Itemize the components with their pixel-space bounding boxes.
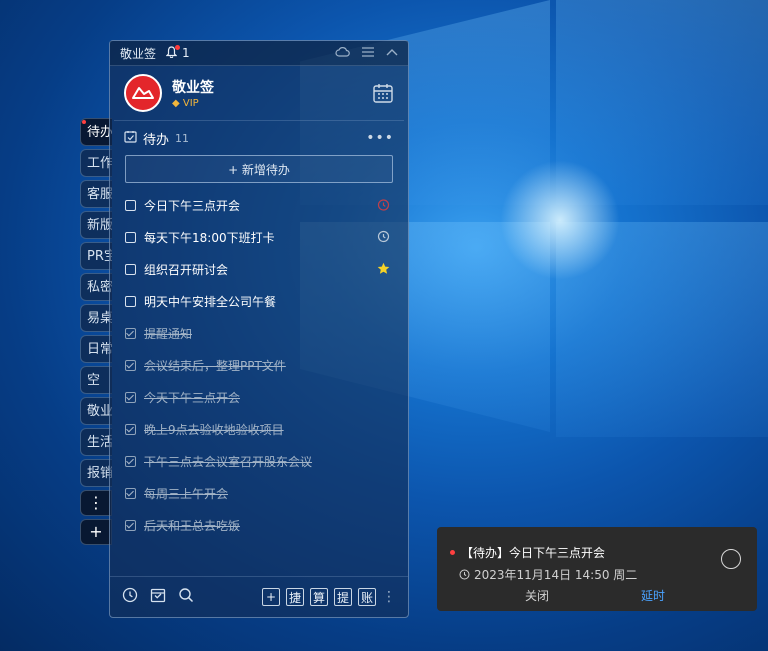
complete-circle-button[interactable] — [721, 549, 741, 569]
close-button[interactable]: 关闭 — [525, 587, 549, 604]
new-note-button[interactable]: + — [262, 588, 280, 606]
todo-item[interactable]: 今日下午三点开会 — [110, 189, 408, 221]
collapse-icon[interactable] — [386, 46, 398, 60]
todo-text: 下午三点去会议室召开股东会议 — [144, 454, 313, 469]
todo-text: 今日下午三点开会 — [144, 198, 241, 213]
clock-icon — [459, 569, 470, 580]
todo-checkbox[interactable] — [125, 359, 136, 371]
todo-list-icon — [124, 130, 137, 147]
logo-icon — [132, 87, 154, 99]
add-category-button[interactable]: + — [80, 519, 112, 545]
ledger-button[interactable]: 账 — [358, 588, 376, 606]
vip-icon: ◆ — [172, 98, 180, 109]
cloud-sync-icon[interactable] — [335, 46, 350, 60]
notification-title: 【待办】今日下午三点开会 — [461, 546, 606, 560]
category-tab[interactable]: 空 — [80, 366, 112, 394]
more-categories-button[interactable]: ⋮ — [80, 490, 112, 516]
todo-list: 今日下午三点开会 每天下午18:00下班打卡 组织召开研讨会 明天中午安排全公司… — [110, 189, 408, 541]
todo-text: 会议结束后，整理PPT文件 — [144, 358, 286, 373]
todo-checkbox[interactable] — [125, 391, 136, 403]
category-tab[interactable]: 易桌 — [80, 304, 112, 332]
todo-item[interactable]: 今天下午三点开会 — [110, 381, 408, 413]
title-bar[interactable]: 敬业签 1 — [110, 41, 408, 66]
list-title: 待办 — [143, 132, 170, 148]
unread-dot — [175, 44, 181, 50]
todo-item[interactable]: 组织召开研讨会 — [110, 253, 408, 285]
todo-item[interactable]: 下午三点去会议室召开股东会议 — [110, 445, 408, 477]
list-count: 11 — [175, 131, 190, 145]
category-tab[interactable]: 工作 — [80, 149, 112, 177]
todo-item[interactable]: 会议结束后，整理PPT文件 — [110, 349, 408, 381]
category-tab[interactable]: 新版 — [80, 211, 112, 239]
snooze-button[interactable]: 延时 — [641, 587, 665, 604]
todo-checkbox[interactable] — [125, 231, 136, 243]
notification-time-row: 2023年11月14日 14:50 周二 — [459, 566, 637, 583]
todo-checkbox[interactable] — [125, 519, 136, 531]
todo-checkbox[interactable] — [125, 263, 136, 275]
clock-icon — [377, 230, 390, 246]
more-options-button[interactable]: ••• — [366, 130, 394, 146]
todo-text: 今天下午三点开会 — [144, 390, 241, 405]
todo-checkbox[interactable] — [125, 295, 136, 307]
history-icon[interactable] — [122, 587, 138, 607]
more-menu-icon[interactable]: ⋮ — [382, 589, 396, 605]
profile-name: 敬业签 — [172, 80, 214, 96]
category-tab[interactable]: 待办 — [80, 118, 112, 146]
menu-icon[interactable] — [362, 46, 374, 60]
star-icon[interactable] — [377, 262, 390, 278]
todo-item[interactable]: 晚上9点去验收地验收项目 — [110, 413, 408, 445]
vip-badge: ◆ VIP — [172, 98, 214, 109]
todo-text: 每周三上午开会 — [144, 486, 229, 501]
alarm-icon — [377, 198, 390, 214]
search-icon[interactable] — [178, 587, 194, 607]
category-tab[interactable]: 生活 — [80, 428, 112, 456]
profile-header: 敬业签 ◆ VIP — [110, 66, 408, 120]
app-title: 敬业签 — [120, 46, 157, 61]
category-tab-label: 空 — [87, 373, 101, 388]
todo-checkbox[interactable] — [125, 423, 136, 435]
category-tab[interactable]: PR宝 — [80, 242, 112, 270]
notification-dot — [450, 550, 455, 555]
footer-toolbar: + 捷 算 提 账 ⋮ — [110, 576, 408, 617]
sticky-notes-panel: 敬业签 1 敬业签 ◆ VIP 待办 11 ••• + 新增待办 今日下午三点开… — [109, 40, 409, 618]
todo-checkbox[interactable] — [125, 327, 136, 339]
todo-text: 每天下午18:00下班打卡 — [144, 230, 275, 245]
category-tab[interactable]: 报销 — [80, 459, 112, 487]
reminder-button[interactable]: 提 — [334, 588, 352, 606]
todo-text: 组织召开研讨会 — [144, 262, 229, 277]
notification-count: 1 — [182, 46, 190, 60]
todo-item[interactable]: 后天和王总去吃饭 — [110, 509, 408, 541]
todo-checkbox[interactable] — [125, 455, 136, 467]
notification-time: 2023年11月14日 14:50 周二 — [474, 568, 638, 582]
todo-text: 明天中午安排全公司午餐 — [144, 294, 277, 309]
vip-label: VIP — [182, 98, 199, 109]
category-tabs: 待办 工作 客服 新版 PR宝 私密 易桌 日常 空 敬业 生活 报销 ⋮ + — [80, 118, 112, 548]
todo-item[interactable]: 每周三上午开会 — [110, 477, 408, 509]
unread-dot — [82, 120, 86, 124]
calendar-icon[interactable] — [372, 82, 394, 108]
category-tab[interactable]: 私密 — [80, 273, 112, 301]
calculator-button[interactable]: 算 — [310, 588, 328, 606]
todo-text: 后天和王总去吃饭 — [144, 518, 241, 533]
reminder-notification: 【待办】今日下午三点开会 2023年11月14日 14:50 周二 关闭 延时 — [437, 527, 757, 611]
todo-item[interactable]: 明天中午安排全公司午餐 — [110, 285, 408, 317]
avatar[interactable] — [124, 74, 162, 112]
todo-text: 提醒通知 — [144, 326, 193, 341]
list-header: 待办 11 ••• — [110, 121, 408, 155]
bell-icon[interactable] — [165, 44, 181, 61]
todo-item[interactable]: 提醒通知 — [110, 317, 408, 349]
todo-text: 晚上9点去验收地验收项目 — [144, 422, 284, 437]
category-tab[interactable]: 日常 — [80, 335, 112, 363]
completed-icon[interactable] — [150, 587, 166, 607]
shortcut-button[interactable]: 捷 — [286, 588, 304, 606]
add-todo-button[interactable]: + 新增待办 — [125, 155, 393, 183]
wallpaper-glow — [500, 160, 620, 280]
category-tab[interactable]: 敬业 — [80, 397, 112, 425]
todo-checkbox[interactable] — [125, 199, 136, 211]
todo-item[interactable]: 每天下午18:00下班打卡 — [110, 221, 408, 253]
category-tab[interactable]: 客服 — [80, 180, 112, 208]
todo-checkbox[interactable] — [125, 487, 136, 499]
